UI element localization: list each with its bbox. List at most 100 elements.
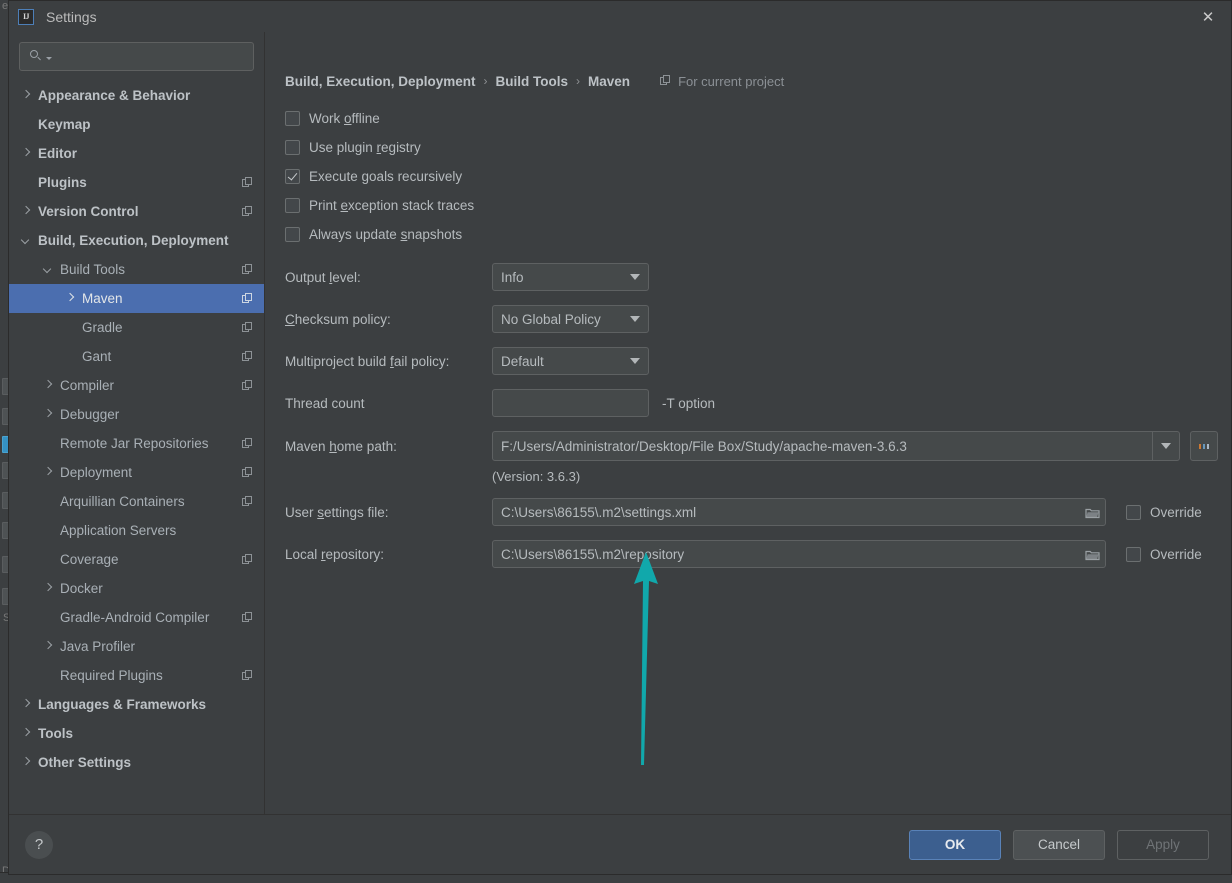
sidebar-item-appearance-behavior[interactable]: Appearance & Behavior xyxy=(9,81,264,110)
sidebar-item-label: Remote Jar Repositories xyxy=(60,436,209,451)
chevron-down-icon[interactable] xyxy=(21,235,32,246)
chevron-right-icon[interactable] xyxy=(43,467,54,478)
sidebar-item-docker[interactable]: Docker xyxy=(9,574,264,603)
chevron-down-icon xyxy=(1161,443,1171,449)
checksum-policy-select[interactable]: No Global Policy xyxy=(492,305,649,333)
sidebar-item-debugger[interactable]: Debugger xyxy=(9,400,264,429)
multiproject-fail-policy-select[interactable]: Default xyxy=(492,347,649,375)
settings-main-panel: Build, Execution, Deployment › Build Too… xyxy=(265,32,1231,814)
folder-icon[interactable] xyxy=(1079,506,1105,519)
use-plugin-registry-checkbox[interactable] xyxy=(285,140,300,155)
sidebar-item-label: Build, Execution, Deployment xyxy=(38,233,229,248)
ok-button[interactable]: OK xyxy=(909,829,1001,860)
local-repository-input[interactable]: C:\Users\86155\.m2\repository xyxy=(492,540,1106,568)
close-icon[interactable]: ✕ xyxy=(1185,1,1231,32)
chevron-down-icon[interactable] xyxy=(43,264,54,275)
output-level-value: Info xyxy=(501,269,524,285)
use-plugin-registry-label: Use plugin registry xyxy=(309,140,421,155)
dialog-titlebar: IJ Settings ✕ xyxy=(9,1,1231,32)
sidebar-item-editor[interactable]: Editor xyxy=(9,139,264,168)
sidebar-item-keymap[interactable]: Keymap xyxy=(9,110,264,139)
maven-home-path-browse-button[interactable] xyxy=(1190,431,1218,461)
sidebar-item-label: Arquillian Containers xyxy=(60,494,185,509)
cancel-button[interactable]: Cancel xyxy=(1013,829,1105,860)
chevron-down-icon xyxy=(630,316,640,322)
sidebar-item-label: Version Control xyxy=(38,204,139,219)
sidebar-item-tools[interactable]: Tools xyxy=(9,719,264,748)
local-repository-override-checkbox[interactable] xyxy=(1126,546,1141,562)
maven-home-path-dropdown-button[interactable] xyxy=(1152,432,1179,460)
dialog-title: Settings xyxy=(46,8,97,25)
sidebar-item-gant[interactable]: Gant xyxy=(9,342,264,371)
sidebar-item-compiler[interactable]: Compiler xyxy=(9,371,264,400)
project-scope-icon xyxy=(242,176,254,189)
sidebar-item-coverage[interactable]: Coverage xyxy=(9,545,264,574)
chevron-right-icon[interactable] xyxy=(21,728,32,739)
user-settings-file-input[interactable]: C:\Users\86155\.m2\settings.xml xyxy=(492,498,1106,526)
print-exception-stack-traces-checkbox[interactable] xyxy=(285,198,300,213)
ellipsis-icon xyxy=(1198,443,1210,449)
sidebar-item-java-profiler[interactable]: Java Profiler xyxy=(9,632,264,661)
breadcrumb-item-build-execution-deployment[interactable]: Build, Execution, Deployment xyxy=(285,74,476,89)
sidebar-item-label: Gant xyxy=(82,349,112,364)
sidebar-item-gradle-android-compiler[interactable]: Gradle-Android Compiler xyxy=(9,603,264,632)
output-level-select[interactable]: Info xyxy=(492,263,649,291)
sidebar-item-required-plugins[interactable]: Required Plugins xyxy=(9,661,264,690)
sidebar-item-build-tools[interactable]: Build Tools xyxy=(9,255,264,284)
search-input[interactable] xyxy=(58,48,245,65)
chevron-right-icon[interactable] xyxy=(21,148,32,159)
sidebar-item-gradle[interactable]: Gradle xyxy=(9,313,264,342)
sidebar-item-plugins[interactable]: Plugins xyxy=(9,168,264,197)
chevron-right-icon[interactable] xyxy=(43,380,54,391)
thread-count-input[interactable] xyxy=(492,389,649,417)
chevron-right-icon[interactable] xyxy=(43,409,54,420)
help-button[interactable]: ? xyxy=(25,830,53,859)
project-scope-icon xyxy=(242,553,254,566)
project-scope-icon xyxy=(660,75,672,87)
chevron-right-icon[interactable] xyxy=(21,757,32,768)
chevron-right-icon[interactable] xyxy=(65,293,76,304)
sidebar-item-label: Languages & Frameworks xyxy=(38,697,207,712)
maven-home-path-combo[interactable]: F:/Users/Administrator/Desktop/File Box/… xyxy=(492,431,1180,461)
sidebar-item-deployment[interactable]: Deployment xyxy=(9,458,264,487)
settings-tree: Appearance & Behavior Keymap Editor Plugins… xyxy=(9,81,264,814)
dialog-footer: ? OK Cancel Apply xyxy=(9,814,1231,874)
apply-button: Apply xyxy=(1117,829,1209,860)
chevron-right-icon[interactable] xyxy=(43,641,54,652)
settings-sidebar: Appearance & Behavior Keymap Editor Plugins… xyxy=(9,32,265,814)
project-scope-icon xyxy=(242,669,254,682)
scope-note-label: For current project xyxy=(678,73,785,89)
chevron-right-icon[interactable] xyxy=(21,206,32,217)
output-level-row: Output level: Info xyxy=(285,263,1231,291)
project-scope-icon xyxy=(242,350,254,363)
breadcrumb-item-build-tools[interactable]: Build Tools xyxy=(496,74,569,89)
always-update-snapshots-checkbox[interactable] xyxy=(285,227,300,242)
project-scope-icon xyxy=(242,379,254,392)
search-box[interactable] xyxy=(19,42,254,71)
sidebar-item-label: Gradle xyxy=(82,320,123,335)
sidebar-item-languages-frameworks[interactable]: Languages & Frameworks xyxy=(9,690,264,719)
work-offline-checkbox[interactable] xyxy=(285,111,300,126)
breadcrumb-separator-icon: › xyxy=(576,74,581,88)
chevron-right-icon[interactable] xyxy=(21,699,32,710)
execute-goals-recursively-label: Execute goals recursively xyxy=(309,169,463,184)
local-repository-override-label: Override xyxy=(1150,546,1202,562)
sidebar-item-label: Other Settings xyxy=(38,755,132,770)
chevron-down-icon xyxy=(630,274,640,280)
sidebar-item-arquillian-containers[interactable]: Arquillian Containers xyxy=(9,487,264,516)
sidebar-item-maven[interactable]: Maven xyxy=(9,284,264,313)
sidebar-item-application-servers[interactable]: Application Servers xyxy=(9,516,264,545)
user-settings-override-checkbox[interactable] xyxy=(1126,504,1141,520)
thread-count-row: Thread count -T option xyxy=(285,389,1231,417)
sidebar-item-build-execution-deployment[interactable]: Build, Execution, Deployment xyxy=(9,226,264,255)
chevron-right-icon[interactable] xyxy=(21,90,32,101)
sidebar-item-remote-jar-repositories[interactable]: Remote Jar Repositories xyxy=(9,429,264,458)
sidebar-item-version-control[interactable]: Version Control xyxy=(9,197,264,226)
execute-goals-recursively-checkbox[interactable] xyxy=(285,169,300,184)
chevron-right-icon[interactable] xyxy=(43,583,54,594)
sidebar-item-other-settings[interactable]: Other Settings xyxy=(9,748,264,777)
folder-icon[interactable] xyxy=(1079,548,1105,561)
